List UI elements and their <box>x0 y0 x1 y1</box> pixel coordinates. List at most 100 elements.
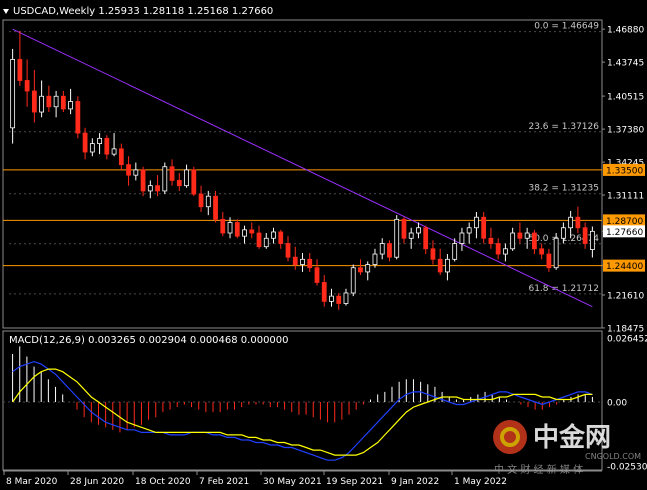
bear-candle <box>314 267 320 283</box>
bear-candle <box>256 232 262 248</box>
price-level-label: 1.24400 <box>606 262 643 272</box>
bear-candle <box>46 95 52 108</box>
bear-candle <box>387 243 392 258</box>
bull-candle <box>111 148 117 155</box>
bull-candle <box>365 264 371 273</box>
bear-candle <box>336 295 342 304</box>
y-tick-label: 1.31111 <box>607 192 644 202</box>
bear-candle <box>582 227 588 244</box>
bull-candle <box>445 258 450 273</box>
watermark-sub-text: CNGOLD.COM <box>585 452 641 461</box>
bear-candle <box>191 169 197 195</box>
bull-candle <box>227 222 233 234</box>
bear-candle <box>495 243 501 255</box>
bear-candle <box>155 185 160 192</box>
bear-candle <box>82 132 88 153</box>
bear-candle <box>17 59 23 81</box>
bull-candle <box>553 237 559 269</box>
bear-candle <box>126 164 131 176</box>
y-tick-label: 1.37380 <box>607 126 644 136</box>
bear-candle <box>539 248 545 255</box>
bear-candle <box>198 193 204 208</box>
bull-candle <box>89 143 95 153</box>
bull-candle <box>39 95 45 113</box>
bull-candle <box>524 232 530 239</box>
bull-candle <box>133 169 139 176</box>
macd-y-label: 0.026452 <box>607 335 647 345</box>
bull-candle <box>147 185 153 192</box>
bull-candle <box>589 230 595 250</box>
bull-candle <box>242 229 247 237</box>
bull-candle <box>329 295 334 302</box>
bear-candle <box>430 248 436 260</box>
price-level-label: 1.33500 <box>606 166 643 176</box>
y-tick-label: 1.21610 <box>607 291 644 301</box>
x-tick-label: 28 Jun 2020 <box>70 477 124 487</box>
bull-candle <box>452 243 458 260</box>
x-tick-label: 9 Jan 2022 <box>391 477 439 487</box>
bear-candle <box>249 229 255 234</box>
x-tick-label: 7 Feb 2021 <box>199 477 249 487</box>
bear-candle <box>307 258 313 269</box>
bear-candle <box>176 180 182 187</box>
bear-candle <box>423 227 429 250</box>
fibonacci-label: 23.6 = 1.37126 <box>528 122 599 132</box>
bull-candle <box>162 166 168 192</box>
fibonacci-label: 0.0 = 1.46649 <box>534 22 599 32</box>
bear-candle <box>60 95 66 110</box>
x-tick-label: 18 Oct 2020 <box>135 477 191 487</box>
y-tick-label: 1.46880 <box>607 26 644 36</box>
bear-candle <box>169 166 175 181</box>
bear-candle <box>292 256 298 265</box>
macd-y-label: -0.025307 <box>607 463 647 473</box>
bull-candle <box>343 292 349 304</box>
bear-candle <box>118 148 124 166</box>
bear-candle <box>278 231 284 244</box>
bull-candle <box>271 231 276 239</box>
bear-candle <box>321 282 327 302</box>
bull-candle <box>263 237 269 248</box>
bull-candle <box>560 227 566 239</box>
x-tick-label: 1 May 2022 <box>454 477 507 487</box>
bull-candle <box>372 253 378 265</box>
bear-candle <box>437 258 443 273</box>
bear-candle <box>401 218 407 239</box>
bull-candle <box>459 232 465 244</box>
bull-candle <box>53 95 59 108</box>
bull-candle <box>68 101 73 110</box>
bull-candle <box>350 267 356 294</box>
bear-candle <box>546 253 552 269</box>
y-tick-label: 1.43745 <box>607 59 644 69</box>
y-tick-label: 1.40515 <box>607 93 644 103</box>
bull-candle <box>97 137 102 144</box>
bear-candle <box>285 243 291 258</box>
bull-candle <box>10 59 16 129</box>
price-chart: 1.468801.437451.405151.373801.342451.311… <box>0 0 647 490</box>
bear-candle <box>488 237 494 244</box>
watermark-tagline: 中 文 财 经 新 媒 体 <box>494 463 583 476</box>
bull-candle <box>474 216 479 229</box>
bear-candle <box>481 216 487 239</box>
bull-candle <box>510 232 516 250</box>
current-price-label: 1.27660 <box>606 228 643 238</box>
main-header: USDCAD,Weekly 1.25933 1.28118 1.25168 1.… <box>13 6 273 17</box>
bear-candle <box>104 137 110 155</box>
bear-candle <box>213 195 218 220</box>
bull-candle <box>184 169 189 187</box>
x-tick-label: 19 Sep 2021 <box>326 477 383 487</box>
bear-candle <box>532 232 537 250</box>
bull-candle <box>300 258 305 265</box>
watermark-logo-text: 中金网 <box>533 422 611 453</box>
bull-candle <box>466 227 472 234</box>
bull-candle <box>394 218 400 258</box>
cngold-logo-icon <box>493 420 527 454</box>
bull-candle <box>205 195 211 208</box>
bull-candle <box>416 227 421 234</box>
bear-candle <box>220 218 226 234</box>
bear-candle <box>517 232 523 239</box>
x-tick-label: 30 May 2021 <box>263 477 322 487</box>
bear-candle <box>140 169 146 192</box>
macd-y-label: 0.00 <box>607 399 627 409</box>
bear-candle <box>234 222 240 237</box>
bear-candle <box>75 101 81 134</box>
